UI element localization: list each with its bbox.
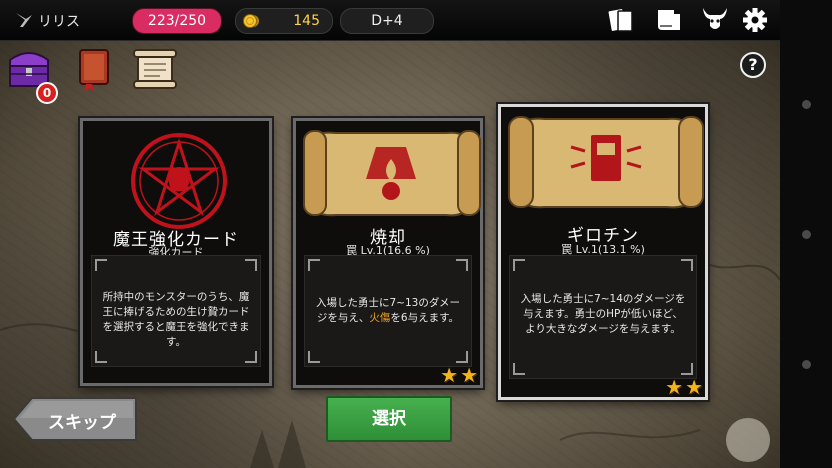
skip-button[interactable]: スキップ [12,396,138,442]
demon-horns-icon[interactable] [700,6,730,34]
demon-wing-icon [16,13,32,27]
skip-label: スキップ [48,413,116,433]
system-nav-bar [780,0,832,468]
star-rating: ★ ★ [665,375,703,399]
star-icon: ★ [685,375,703,399]
card-description-box: 入場した勇士に7~14のダメージを与えます。勇士のHPが低いほど、より大きなダメ… [509,255,697,379]
card-description: 所持中のモンスターのうち、魔王に捧げるための生け贄カードを選択すると魔王を強化で… [102,291,250,348]
card-description: 入場した勇士に7~13のダメージを与え、火傷を6与えます。 [313,296,463,326]
player-name: リリス [38,14,80,30]
card-guillotine[interactable]: ギロチン 罠 Lv.1(13.1 %) 入場した勇士に7~14のダメージを与えま… [498,104,708,400]
card-demon-upgrade[interactable]: 魔王強化カード 強化カード 所持中のモンスターのうち、魔王に捧げるための生け贄カ… [80,118,272,386]
burn-keyword: 火傷 [369,312,391,324]
star-icon: ★ [665,375,684,399]
star-rating: ★ ★ [440,363,478,387]
nav-dot[interactable] [802,230,811,239]
fire-trap-scroll-icon [303,130,481,217]
card-incinerate[interactable]: 焼却 罠 Lv.1(16.6 %) 入場した勇士に7~13のダメージを与え、火傷… [293,118,483,388]
star-icon: ★ [440,363,459,387]
chest-badge: 0 [36,82,58,104]
gear-icon[interactable] [740,6,770,34]
nav-dot[interactable] [802,360,811,369]
card-description-box: 入場した勇士に7~13のダメージを与え、火傷を6与えます。 [304,255,472,367]
nav-dot[interactable] [802,100,811,109]
day-counter: D+4 [340,8,434,34]
gold-counter: 145 [235,8,333,34]
hp-counter: 223/250 [132,8,222,34]
pentagram-emblem-icon [131,133,227,229]
book-icon[interactable] [654,6,684,34]
description-text: を6与えます。 [390,312,460,324]
scroll-icon[interactable] [132,44,178,94]
cards-icon[interactable] [606,6,636,34]
help-button[interactable]: ? [740,52,766,78]
gold-value: 145 [293,13,320,29]
card-description-box: 所持中のモンスターのうち、魔王に捧げるための生け贄カードを選択すると魔王を強化で… [91,255,261,367]
spellbook-icon[interactable] [72,44,118,94]
card-description: 入場した勇士に7~14のダメージを与えます。勇士のHPが低いほど、より大きなダメ… [520,293,686,335]
coin-icon [243,14,259,28]
select-button[interactable]: 選択 [326,396,452,442]
star-icon: ★ [460,363,478,387]
top-bar: リリス 223/250 145 D+4 [0,0,780,41]
guillotine-trap-scroll-icon [508,116,704,209]
